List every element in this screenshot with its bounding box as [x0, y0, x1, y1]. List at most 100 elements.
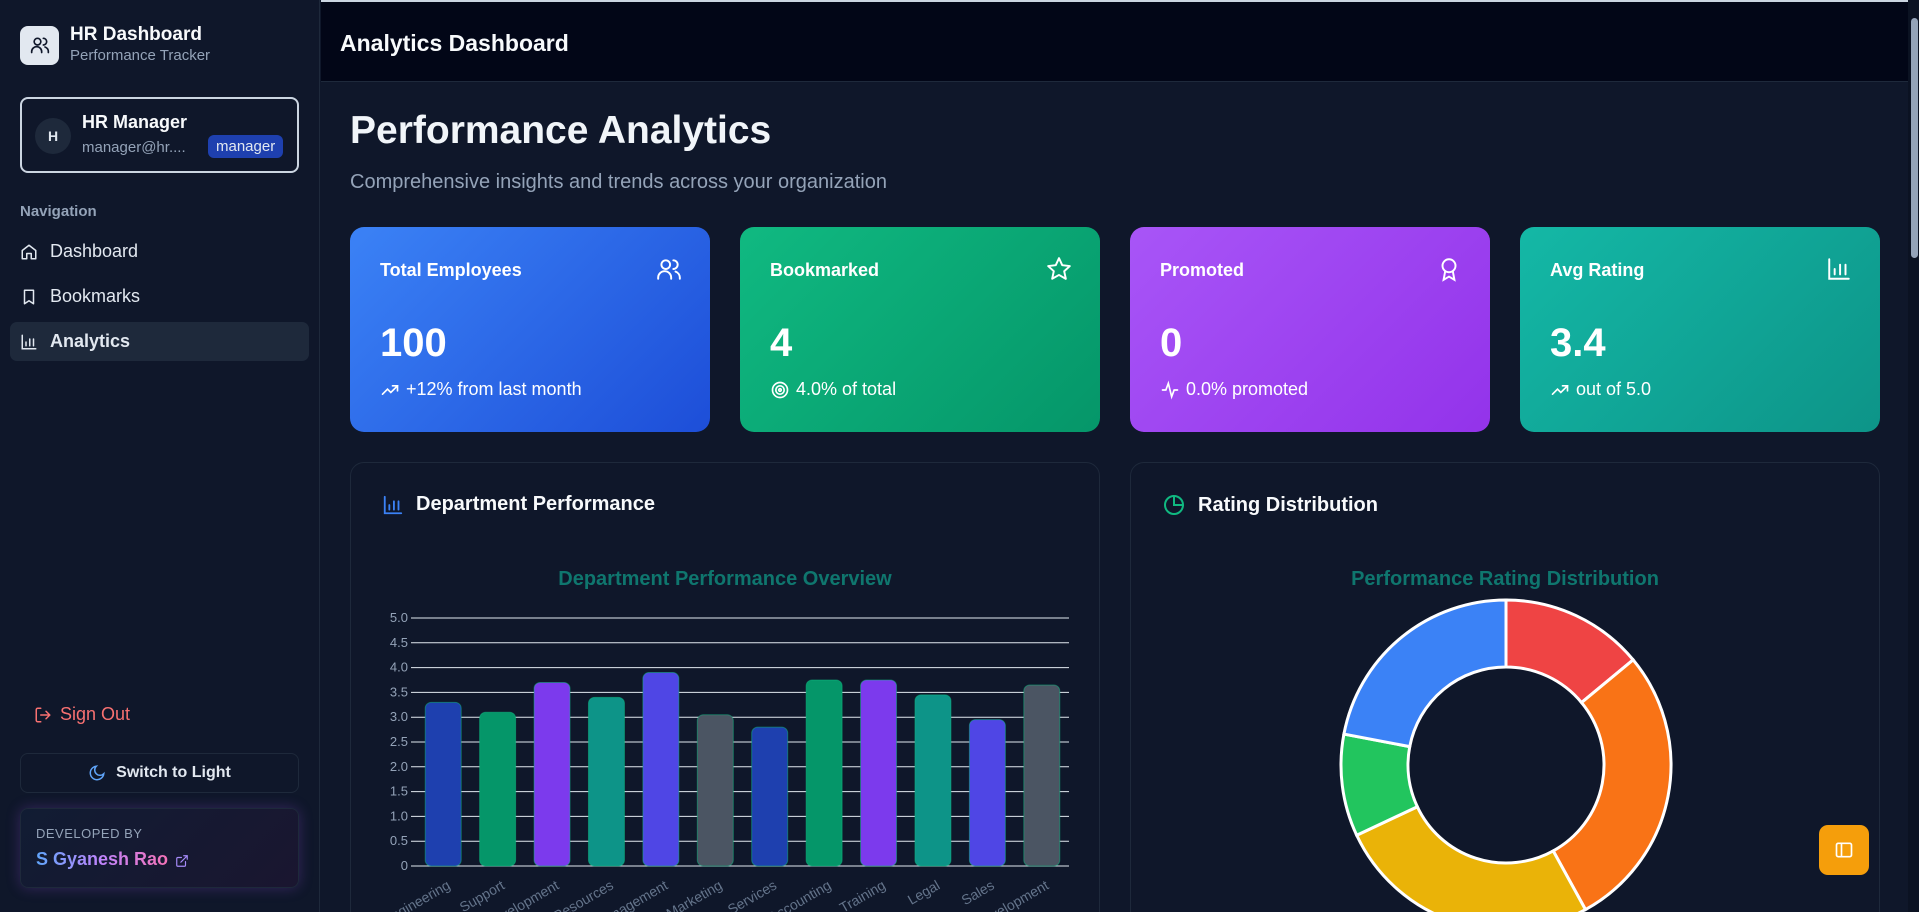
stat-value: 0 [1160, 321, 1183, 365]
donut-slice[interactable] [1342, 598, 1508, 749]
developer-card: DEVELOPED BY S Gyanesh Rao [20, 808, 299, 888]
chart-bar[interactable] [751, 726, 789, 867]
stat-note-text: 4.0% of total [796, 379, 897, 399]
chart-bar[interactable] [1023, 684, 1061, 867]
user-card[interactable]: H HR Manager manager@hr.... manager [20, 97, 299, 173]
bar-chart-icon [21, 334, 37, 349]
sidebar-nav: Dashboard Bookmarks Analytics [10, 232, 309, 367]
sidebar-item-label: Bookmarks [50, 286, 141, 306]
role-badge: manager [208, 135, 284, 158]
sidebar-item-bookmarks[interactable]: Bookmarks [10, 277, 309, 316]
panel-title: Rating Distribution [1198, 493, 1378, 516]
x-tick-label: Training [837, 877, 888, 912]
sidebar-item-analytics[interactable]: Analytics [10, 322, 309, 361]
y-tick-label: 4.0 [390, 660, 408, 675]
rating-distribution-panel: Rating Distribution Performance Rating D… [1130, 462, 1880, 912]
donut-slice[interactable] [1551, 657, 1673, 912]
star-icon [1047, 257, 1071, 280]
stat-note: 4.0% of total [770, 379, 896, 400]
stat-note-text: 0.0% promoted [1186, 379, 1309, 399]
page-title: Performance Analytics [350, 109, 772, 152]
x-tick-label: Accounting [766, 877, 834, 912]
y-tick-label: 5.0 [390, 610, 408, 625]
award-icon [1441, 258, 1457, 282]
stat-label: Promoted [1160, 260, 1245, 280]
x-tick-label: Engineering [380, 877, 453, 912]
sign-out-label: Sign Out [60, 704, 131, 724]
stat-card-total-employees: Total Employees 100 +12% from last month [350, 227, 710, 432]
chart-bar[interactable] [805, 679, 843, 867]
panel-header: Rating Distribution [1162, 493, 1378, 517]
chart-bar[interactable] [914, 694, 952, 867]
chart-bar[interactable] [479, 711, 517, 867]
brand-subtitle: Performance Tracker [70, 47, 211, 64]
sidebar-toggle-button[interactable] [1819, 825, 1869, 875]
y-tick-label: 1.5 [390, 784, 408, 799]
bookmark-icon [23, 289, 35, 304]
nav-section-label: Navigation [20, 203, 97, 220]
stat-note-text: out of 5.0 [1576, 379, 1652, 399]
developer-link[interactable]: S Gyanesh Rao [36, 849, 168, 870]
y-tick-label: 1.0 [390, 808, 408, 823]
stat-card-avg-rating: Avg Rating 3.4 out of 5.0 [1520, 227, 1880, 432]
stat-label: Bookmarked [770, 260, 880, 280]
bar-chart-icon [1828, 258, 1850, 280]
avatar: H [35, 118, 71, 154]
stat-note: out of 5.0 [1550, 379, 1651, 400]
target-icon [771, 381, 789, 398]
users-icon [20, 25, 59, 65]
bar-chart-icon [383, 495, 403, 514]
user-email: manager@hr.... [82, 139, 186, 156]
rating-donut-chart [1339, 598, 1673, 912]
chart-bar[interactable] [860, 679, 898, 867]
chart-bar[interactable] [533, 681, 571, 867]
x-tick-label: Support [457, 877, 508, 912]
stat-label: Avg Rating [1550, 260, 1645, 280]
stat-card-bookmarked: Bookmarked 4 4.0% of total [740, 227, 1100, 432]
chart-bar[interactable] [424, 701, 462, 867]
y-tick-label: 2.5 [390, 734, 408, 749]
x-tick-label: Marketing [664, 877, 725, 912]
trending-up-icon [381, 384, 399, 395]
chart-bar[interactable] [968, 719, 1006, 867]
stat-card-promoted: Promoted 0 0.0% promoted [1130, 227, 1490, 432]
chart-bar[interactable] [696, 714, 734, 867]
sidebar: HR Dashboard Performance Tracker H HR Ma… [0, 0, 320, 912]
external-link-icon[interactable] [175, 854, 189, 868]
x-tick-label: Services [725, 877, 779, 912]
department-performance-panel: Department Performance Department Perfor… [350, 462, 1100, 912]
theme-toggle-button[interactable]: Switch to Light [20, 753, 299, 793]
stat-value: 4 [770, 321, 793, 365]
stat-value: 100 [380, 321, 447, 365]
y-tick-label: 4.5 [390, 635, 408, 650]
sidebar-item-dashboard[interactable]: Dashboard [10, 232, 309, 271]
y-tick-label: 0 [401, 858, 408, 873]
panel-header: Department Performance [382, 493, 655, 516]
pie-chart-icon [1164, 494, 1185, 515]
trending-up-icon [1551, 384, 1569, 395]
activity-icon [1161, 380, 1179, 399]
x-tick-label: Sales [959, 877, 997, 908]
x-tick-label: Legal [905, 877, 943, 908]
chart-bar[interactable] [587, 696, 625, 867]
brand: HR Dashboard Performance Tracker [20, 24, 210, 66]
moon-icon [89, 765, 105, 781]
stat-note: 0.0% promoted [1160, 379, 1308, 400]
donut-slice[interactable] [1354, 804, 1588, 912]
scrollbar-thumb[interactable] [1911, 18, 1918, 258]
stat-value: 3.4 [1550, 321, 1606, 365]
sign-out-button[interactable]: Sign Out [34, 704, 130, 725]
y-tick-label: 3.5 [390, 684, 408, 699]
log-out-icon [35, 707, 51, 722]
chart-title: Department Performance Overview [558, 568, 892, 590]
y-tick-label: 0.5 [390, 833, 408, 848]
header-title: Analytics Dashboard [340, 30, 569, 56]
y-tick-label: 2.0 [390, 759, 408, 774]
sidebar-icon [1835, 842, 1853, 858]
theme-toggle-label: Switch to Light [116, 764, 231, 781]
chart-bar[interactable] [642, 672, 680, 867]
users-icon [657, 259, 681, 280]
stat-label: Total Employees [380, 260, 522, 280]
user-name: HR Manager [82, 112, 188, 132]
sidebar-item-label: Dashboard [50, 241, 139, 261]
